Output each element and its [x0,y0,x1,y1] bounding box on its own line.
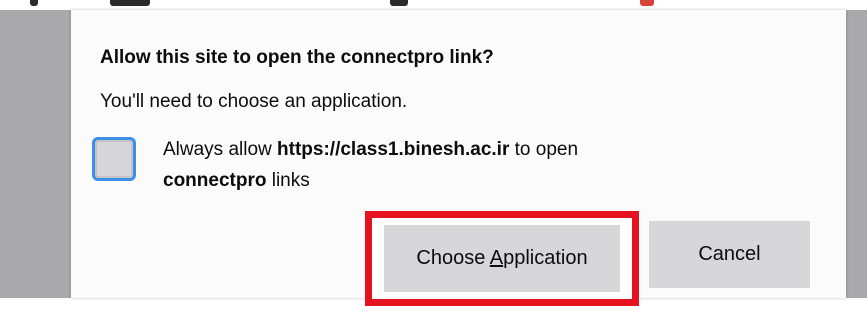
label-text-after: links [266,170,310,191]
always-allow-label: Always allow https://class1.binesh.ac.ir… [163,134,783,196]
choose-label-suffix: pplication [503,247,588,269]
choose-label-prefix: Choose [416,247,490,269]
toolbar-glyph [110,0,150,6]
protocol-name: connectpro [163,170,267,191]
toolbar-glyph [640,0,654,6]
dialog-title: Allow this site to open the connectpro l… [100,47,494,68]
cancel-button[interactable]: Cancel [649,221,810,288]
browser-toolbar-fragment [0,0,867,10]
dialog-subtitle: You'll need to choose an application. [100,91,408,112]
choose-label-accel: A [489,247,504,269]
always-allow-checkbox[interactable] [92,137,136,181]
open-link-dialog: Allow this site to open the connectpro l… [71,10,846,306]
highlight-box: Choose Application [365,211,639,306]
label-text-middle: to open [509,139,579,160]
toolbar-glyph [390,0,408,6]
site-url: https://class1.binesh.ac.ir [277,139,510,160]
choose-application-button[interactable]: Choose Application [384,225,620,292]
toolbar-glyph [30,0,38,6]
screenshot-stage: Allow this site to open the connectpro l… [0,0,867,331]
label-text-before: Always allow [163,139,278,160]
